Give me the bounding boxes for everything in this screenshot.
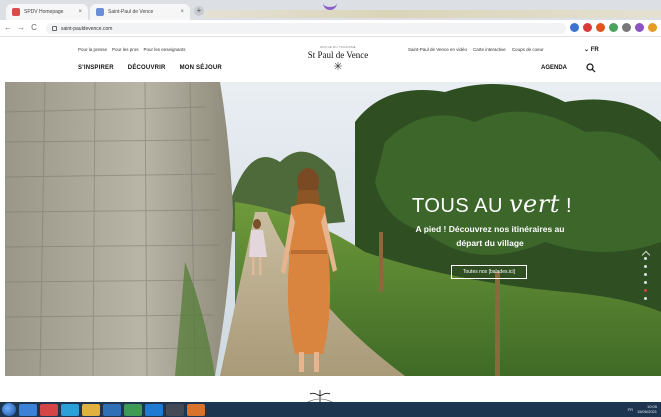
profile-icon[interactable] bbox=[635, 23, 644, 32]
tray-clock[interactable]: 10:05 15/06/2021 bbox=[637, 404, 657, 414]
extension-icon[interactable] bbox=[622, 23, 631, 32]
nav-my-stay[interactable]: MON SÉJOUR bbox=[180, 65, 222, 71]
hero-title-main: TOUS AU bbox=[412, 195, 503, 217]
slider-dot-active[interactable] bbox=[644, 289, 647, 292]
extension-icon[interactable] bbox=[583, 23, 592, 32]
link-teachers[interactable]: Pour les enseignants bbox=[144, 47, 186, 52]
close-tab-icon[interactable]: × bbox=[180, 9, 184, 15]
hero-title-script: vert bbox=[509, 190, 560, 218]
hero-title-end: ! bbox=[565, 195, 573, 217]
hero-cta-button[interactable]: Toutes nos [balades.ici] bbox=[451, 265, 527, 279]
reload-icon[interactable]: C bbox=[29, 23, 39, 33]
close-tab-icon[interactable]: × bbox=[78, 9, 82, 15]
extension-icons bbox=[570, 23, 657, 32]
extension-icon[interactable] bbox=[596, 23, 605, 32]
folder-app-icon[interactable] bbox=[82, 403, 100, 416]
url-field[interactable]: saint-pauldevence.com bbox=[46, 23, 566, 34]
taskbar-app-icon[interactable] bbox=[40, 403, 58, 416]
system-tray: FR 10:05 15/06/2021 bbox=[628, 404, 657, 414]
taskbar-app-icon[interactable] bbox=[166, 403, 184, 416]
forward-icon[interactable]: → bbox=[16, 23, 26, 33]
logo-name: St Paul de Vence bbox=[307, 50, 369, 60]
browser-tab-1[interactable]: SPDV Homepage × bbox=[6, 4, 88, 20]
lock-icon bbox=[52, 26, 57, 31]
tab-title: SPDV Homepage bbox=[24, 9, 64, 15]
search-icon[interactable] bbox=[586, 63, 596, 73]
link-pros[interactable]: Pour les pros bbox=[112, 47, 139, 52]
link-video[interactable]: Saint-Paul de Vence en vidéo bbox=[408, 47, 467, 52]
back-icon[interactable]: ← bbox=[3, 23, 13, 33]
browser-app-icon[interactable] bbox=[61, 403, 79, 416]
tab-title: Saint-Paul de Vence bbox=[108, 9, 154, 15]
agenda-link[interactable]: AGENDA bbox=[541, 65, 567, 71]
slider-dot[interactable] bbox=[644, 281, 647, 284]
link-favorites[interactable]: Coups de coeur bbox=[512, 47, 544, 52]
logo-star-icon: ✳ bbox=[333, 61, 343, 73]
decorative-sprig-icon bbox=[307, 390, 333, 402]
address-bar-row: ← → C saint-pauldevence.com bbox=[0, 20, 661, 37]
hero-subtitle-line: départ du village bbox=[456, 238, 524, 248]
overlay-mark-icon bbox=[323, 0, 337, 10]
hero-banner: TOUS AU vert ! A pied ! Découvrez nos it… bbox=[5, 82, 661, 376]
logo-subtitle: OFFICE DU TOURISME bbox=[320, 45, 356, 49]
extension-icon[interactable] bbox=[609, 23, 618, 32]
taskbar-app-icon[interactable] bbox=[145, 403, 163, 416]
taskbar-app-icon[interactable] bbox=[187, 403, 205, 416]
new-tab-button[interactable]: + bbox=[194, 6, 204, 16]
slider-dots bbox=[644, 257, 647, 300]
utility-links: Saint-Paul de Vence en vidéo Carte inter… bbox=[408, 47, 544, 52]
tray-language[interactable]: FR bbox=[628, 407, 633, 412]
nav-discover[interactable]: DÉCOUVRIR bbox=[128, 65, 166, 71]
clock-date: 15/06/2021 bbox=[636, 409, 657, 414]
start-button-icon[interactable] bbox=[2, 403, 16, 416]
taskbar-app-icon[interactable] bbox=[124, 403, 142, 416]
main-nav: S'INSPIRER DÉCOUVRIR MON SÉJOUR bbox=[78, 65, 222, 71]
language-label: FR bbox=[590, 47, 599, 53]
bookmark-star-icon[interactable] bbox=[570, 23, 579, 32]
link-press[interactable]: Pour la presse bbox=[78, 47, 107, 52]
hero-subtitle: A pied ! Découvrez nos itinéraires au dé… bbox=[410, 222, 570, 250]
slider-dot[interactable] bbox=[644, 273, 647, 276]
hero-title: TOUS AU vert ! bbox=[412, 190, 572, 218]
site-logo[interactable]: OFFICE DU TOURISME St Paul de Vence ✳ bbox=[300, 45, 376, 73]
favicon-icon bbox=[96, 8, 104, 16]
browser-tab-strip: SPDV Homepage × Saint-Paul de Vence × + bbox=[0, 0, 661, 20]
content-start bbox=[0, 376, 661, 402]
secondary-nav: Pour la presse Pour les pros Pour les en… bbox=[78, 47, 186, 52]
browser-tab-2[interactable]: Saint-Paul de Vence × bbox=[90, 4, 190, 20]
os-taskbar: FR 10:05 15/06/2021 bbox=[0, 402, 661, 417]
nav-inspire[interactable]: S'INSPIRER bbox=[78, 65, 114, 71]
taskbar-app-icon[interactable] bbox=[19, 403, 37, 416]
url-text: saint-pauldevence.com bbox=[61, 25, 113, 32]
site-header: Pour la presse Pour les pros Pour les en… bbox=[0, 37, 661, 82]
tabstrip-background bbox=[205, 10, 661, 18]
hero-subtitle-line: A pied ! Découvrez nos itinéraires au bbox=[415, 224, 565, 234]
menu-icon[interactable] bbox=[648, 23, 657, 32]
slider-dot[interactable] bbox=[644, 297, 647, 300]
link-map[interactable]: Carte interactive bbox=[473, 47, 506, 52]
slider-dot[interactable] bbox=[644, 257, 647, 260]
chevron-down-icon: ⌄ bbox=[584, 47, 590, 53]
language-selector[interactable]: ⌄ FR bbox=[584, 46, 599, 53]
favicon-icon bbox=[12, 8, 20, 16]
slider-dot[interactable] bbox=[644, 265, 647, 268]
taskbar-app-icon[interactable] bbox=[103, 403, 121, 416]
